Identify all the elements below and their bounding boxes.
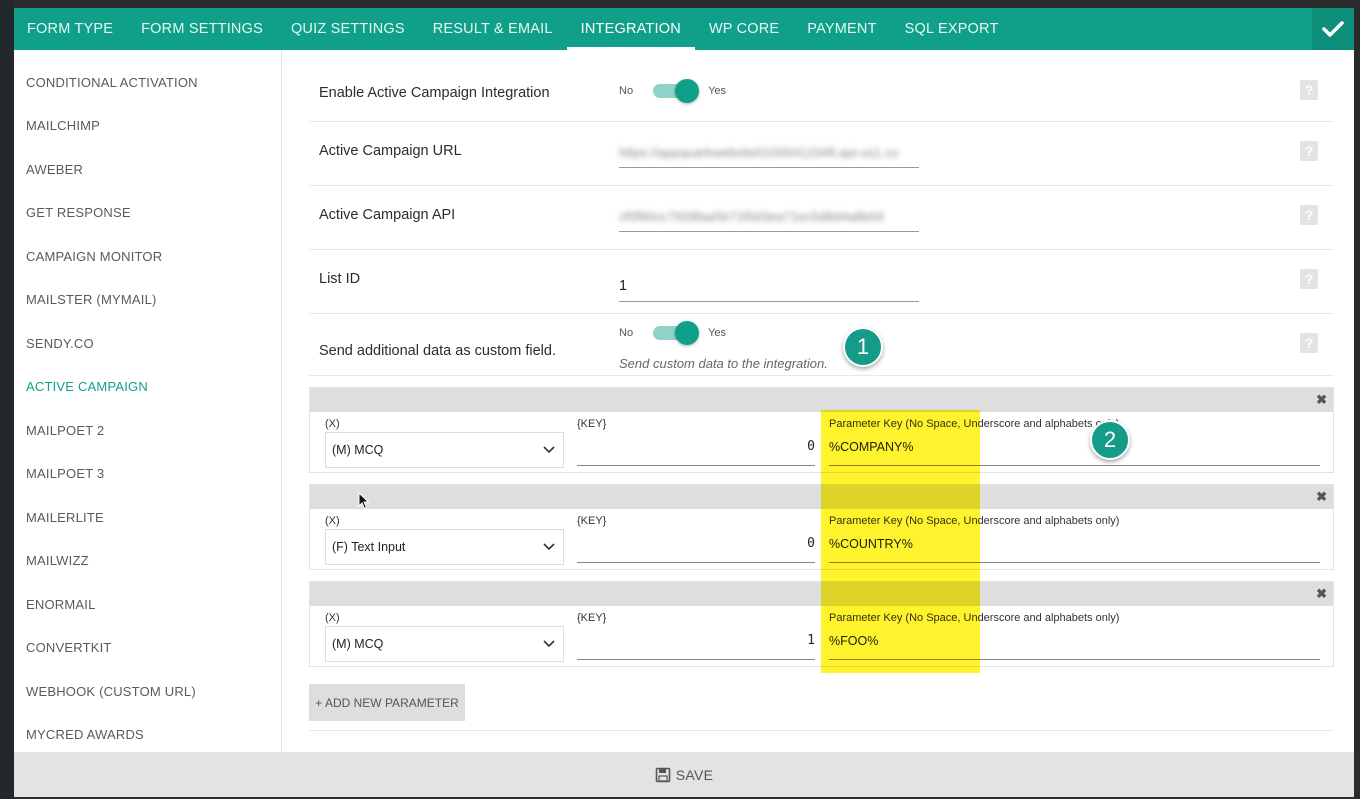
sidebar-item-webhook[interactable]: WEBHOOK (CUSTOM URL) [26,684,196,699]
sidebar-item-campaign-monitor[interactable]: CAMPAIGN MONITOR [26,249,162,264]
confirm-button[interactable] [1312,8,1354,50]
api-input[interactable]: cf0f90cc7928faa5b71f0d3ea71ec5d8d4a8b0d [619,202,919,232]
toggle-yes-label: Yes [708,327,727,339]
help-icon[interactable]: ? [1300,269,1318,289]
chevron-down-icon [543,446,555,454]
help-icon[interactable]: ? [1300,80,1318,100]
question-select[interactable]: (M) MCQ [325,432,564,468]
tab-sql-export[interactable]: SQL EXPORT [891,8,1013,50]
custom-field-toggle[interactable] [653,321,700,345]
url-value: https://appquarkwebsite0100041234fl.api-… [619,145,899,160]
annotation-marker-2: 2 [1090,420,1130,460]
x-label: (X) [325,612,340,624]
list-id-input[interactable]: 1 [619,270,919,302]
setting-row-api: Active Campaign API cf0f90cc7928faa5b71f… [309,186,1334,250]
tab-integration[interactable]: INTEGRATION [566,8,695,50]
toggle-no-label: No [619,327,634,339]
list-id-label: List ID [319,271,361,287]
sidebar-item-mailerlite[interactable]: MAILERLITE [26,510,104,525]
mouse-cursor-icon [358,492,370,510]
question-select-value: (F) Text Input [332,540,406,554]
sidebar-item-aweber[interactable]: AWEBER [26,162,83,177]
custom-toggle-group: No Yes [619,321,727,345]
chevron-down-icon [543,543,555,551]
integration-sidebar: CONDITIONAL ACTIVATION MAILCHIMP AWEBER … [14,50,282,752]
close-icon[interactable]: ✖ [1316,586,1327,602]
tab-quiz-settings[interactable]: QUIZ SETTINGS [277,8,419,50]
tab-bar: FORM TYPE FORM SETTINGS QUIZ SETTINGS RE… [14,8,1354,50]
sidebar-item-mailpoet-3[interactable]: MAILPOET 3 [26,466,104,481]
key-label: {KEY} [577,418,607,430]
help-icon[interactable]: ? [1300,141,1318,161]
chevron-down-icon [543,640,555,648]
setting-row-enable: Enable Active Campaign Integration No Ye… [309,50,1334,122]
sidebar-item-mailpoet-2[interactable]: MAILPOET 2 [26,423,104,438]
api-value: cf0f90cc7928faa5b71f0d3ea71ec5d8d4a8b0d [619,209,884,224]
sidebar-item-convertkit[interactable]: CONVERTKIT [26,640,112,655]
background-admin-strip [0,0,14,799]
custom-field-hint: Send custom data to the integration. [619,356,828,371]
close-icon[interactable]: ✖ [1316,489,1327,505]
close-icon[interactable]: ✖ [1316,392,1327,408]
url-label: Active Campaign URL [319,143,462,159]
toggle-knob [675,321,700,345]
x-label: (X) [325,418,340,430]
setting-row-custom-field: Send additional data as custom field. No… [309,314,1334,376]
toggle-knob [675,79,700,103]
key-input[interactable]: 0 [577,432,815,466]
tab-wp-core[interactable]: WP CORE [695,8,793,50]
sidebar-item-sendy[interactable]: SENDY.CO [26,336,94,351]
sidebar-item-conditional-activation[interactable]: CONDITIONAL ACTIVATION [26,75,198,90]
key-label: {KEY} [577,515,607,527]
sidebar-item-active-campaign[interactable]: ACTIVE CAMPAIGN [26,379,148,394]
tab-result-email[interactable]: RESULT & EMAIL [419,8,567,50]
custom-field-label: Send additional data as custom field. [319,343,556,359]
toggle-yes-label: Yes [708,85,727,97]
annotation-marker-1: 1 [843,327,883,367]
question-select-value: (M) MCQ [332,637,384,651]
checkmark-icon [1322,21,1344,37]
save-label: SAVE [675,766,714,783]
enable-label: Enable Active Campaign Integration [319,85,550,101]
divider [309,730,1334,731]
enable-toggle[interactable] [653,79,700,103]
question-select[interactable]: (M) MCQ [325,626,564,662]
tab-payment[interactable]: PAYMENT [793,8,890,50]
sidebar-item-mycred-awards[interactable]: MYCRED AWARDS [26,727,144,742]
toggle-no-label: No [619,85,634,97]
tab-form-settings[interactable]: FORM SETTINGS [127,8,277,50]
floppy-disk-icon [655,767,671,782]
sidebar-item-get-response[interactable]: GET RESPONSE [26,205,131,220]
key-input[interactable]: 0 [577,529,815,563]
key-label: {KEY} [577,612,607,624]
integration-settings-panel: Enable Active Campaign Integration No Ye… [283,50,1354,752]
setting-row-url: Active Campaign URL https://appquarkwebs… [309,122,1334,186]
tab-form-type[interactable]: FORM TYPE [14,8,127,50]
x-label: (X) [325,515,340,527]
question-select[interactable]: (F) Text Input [325,529,564,565]
enable-toggle-group: No Yes [619,79,727,103]
add-parameter-button[interactable]: + ADD NEW PARAMETER [309,684,465,721]
help-icon[interactable]: ? [1300,205,1318,225]
sidebar-item-mailwizz[interactable]: MAILWIZZ [26,553,89,568]
url-input[interactable]: https://appquarkwebsite0100041234fl.api-… [619,138,919,168]
help-icon[interactable]: ? [1300,333,1318,353]
save-button[interactable]: SAVE [14,752,1354,797]
highlight-box [821,410,980,673]
setting-row-list-id: List ID 1 ? [309,250,1334,314]
sidebar-item-mailster[interactable]: MAILSTER (MYMAIL) [26,292,157,307]
question-select-value: (M) MCQ [332,443,384,457]
parameter-row-header: ✖ [310,388,1333,412]
sidebar-item-mailchimp[interactable]: MAILCHIMP [26,118,100,133]
sidebar-item-enormail[interactable]: ENORMAIL [26,597,96,612]
api-label: Active Campaign API [319,207,456,223]
key-input[interactable]: 1 [577,626,815,660]
settings-modal: FORM TYPE FORM SETTINGS QUIZ SETTINGS RE… [14,8,1354,797]
